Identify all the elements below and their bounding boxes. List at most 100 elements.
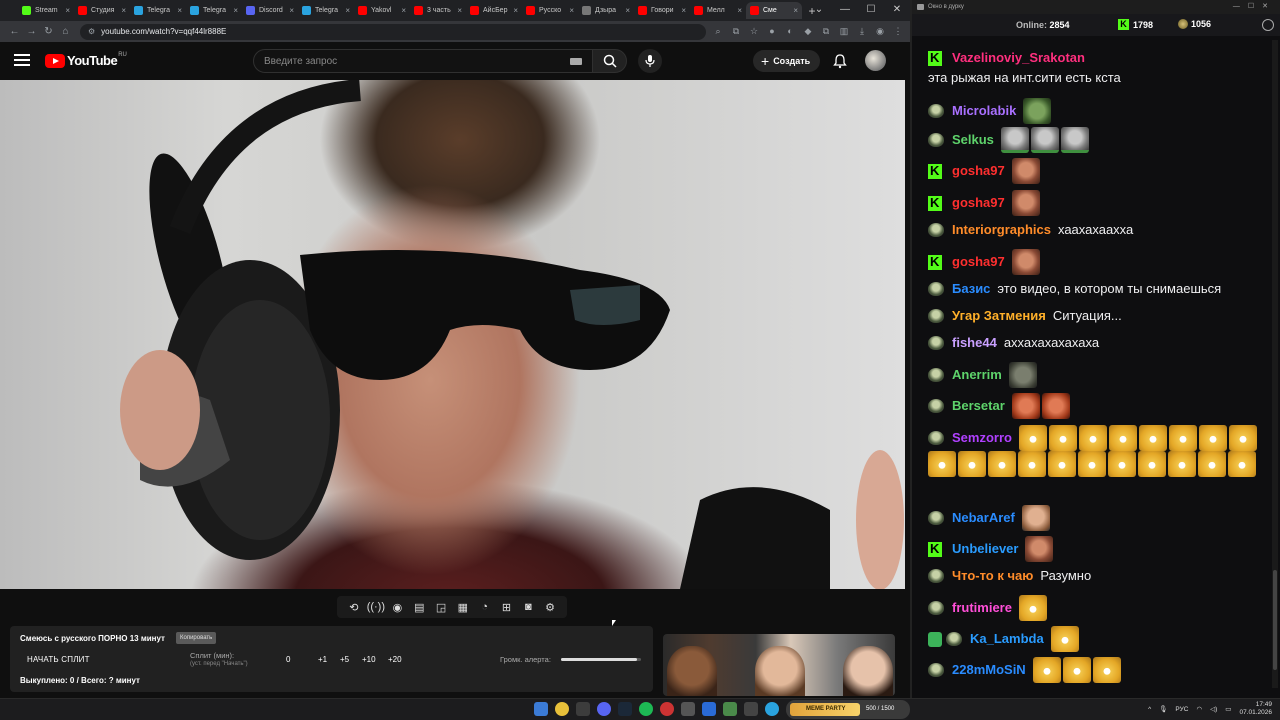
video-player[interactable] (0, 80, 905, 589)
search-taskbar-icon[interactable] (576, 702, 590, 716)
home-icon[interactable]: ⌂ (57, 26, 74, 37)
tab-search-icon[interactable]: ⌄ (806, 0, 832, 21)
youtube-logo[interactable]: YouTube RU (45, 52, 127, 68)
chat-username[interactable]: Что-то к чаю (952, 566, 1033, 586)
discord-taskbar-icon[interactable] (597, 702, 611, 716)
chat-scrollbar[interactable] (1272, 40, 1278, 688)
bookmark-star-icon[interactable]: ☆ (748, 26, 760, 37)
chat-username[interactable]: Interiorgraphics (952, 220, 1051, 240)
chrome-icon[interactable] (555, 702, 569, 716)
extension-icon[interactable]: ● (766, 26, 778, 37)
steam-taskbar-icon[interactable] (618, 702, 632, 716)
scrollbar-thumb[interactable] (1273, 570, 1277, 670)
extensions-puzzle-icon[interactable]: ⧉ (820, 26, 832, 37)
chat-username[interactable]: Semzorro (952, 428, 1012, 448)
chat-username[interactable]: gosha97 (952, 193, 1005, 213)
search-input[interactable] (264, 55, 554, 67)
browser-tab[interactable]: Студия × (74, 2, 130, 19)
copy-button[interactable]: Копировать (176, 632, 217, 644)
spotify-taskbar-icon[interactable] (639, 702, 653, 716)
voice-search-button[interactable] (638, 49, 662, 73)
browser-tab[interactable]: АйсБер × (466, 2, 522, 19)
broadcast-icon[interactable]: ((·)) (367, 601, 385, 613)
chat-username[interactable]: Базис (952, 279, 990, 299)
mic-tray-icon[interactable]: 🎙 (1159, 705, 1167, 713)
recommended-video-thumbnail[interactable] (663, 634, 895, 696)
notifications-bell-icon[interactable] (832, 53, 848, 69)
tab-close-icon[interactable]: × (737, 6, 742, 15)
browser-tab[interactable]: Сме × (746, 2, 802, 19)
chat-window-controls[interactable]: —☐✕ (1233, 0, 1276, 14)
keyboard-icon[interactable] (570, 58, 582, 65)
download-icon[interactable]: ⤓ (856, 26, 868, 37)
increment-20-button[interactable]: +20 (388, 655, 402, 664)
chat-username[interactable]: Угар Затмения (952, 306, 1046, 326)
app-taskbar-icon[interactable] (681, 702, 695, 716)
maximize-button[interactable]: ☐ (858, 0, 884, 21)
tab-close-icon[interactable]: × (177, 6, 182, 15)
app3-taskbar-icon[interactable] (744, 702, 758, 716)
watch-icon[interactable]: ◉ (388, 601, 406, 614)
media-player-taskbar-icon[interactable] (702, 702, 716, 716)
sidebar-icon[interactable]: ▥ (838, 26, 850, 37)
tab-close-icon[interactable]: × (625, 6, 630, 15)
chat-username[interactable]: Ka_Lambda (970, 629, 1044, 649)
app2-taskbar-icon[interactable] (723, 702, 737, 716)
chat-username[interactable]: Bersetar (952, 396, 1005, 416)
tab-close-icon[interactable]: × (233, 6, 238, 15)
browser-tab[interactable]: 3 часть × (410, 2, 466, 19)
profile-icon[interactable]: ◉ (874, 26, 886, 37)
telegram-taskbar-icon[interactable] (765, 702, 779, 716)
clock[interactable]: 17:49 07.01.2026 (1239, 701, 1272, 717)
speed-icon[interactable]: ◔ (476, 601, 494, 613)
chat-message-list[interactable]: Vazelinoviy_Srakotan эта рыжая на инт.сит… (928, 36, 1268, 696)
browser-tab[interactable]: Говори × (634, 2, 690, 19)
tab-close-icon[interactable]: × (513, 6, 518, 15)
chat-username[interactable]: Unbeliever (952, 539, 1018, 559)
browser-tab[interactable]: Мелл × (690, 2, 746, 19)
increment-10-button[interactable]: +10 (362, 655, 376, 664)
minimize-button[interactable]: — (832, 0, 858, 21)
split-value[interactable]: 0 (286, 655, 290, 664)
create-button[interactable]: + Создать (753, 50, 821, 72)
browser-tab[interactable]: Telegra × (186, 2, 242, 19)
url-field[interactable]: ⚙ youtube.com/watch?v=qqf44lr888E (80, 23, 706, 40)
tab-close-icon[interactable]: × (65, 6, 70, 15)
tab-close-icon[interactable]: × (289, 6, 294, 15)
increment-5-button[interactable]: +5 (340, 655, 349, 664)
chat-username[interactable]: Selkus (952, 130, 994, 150)
browser-tab[interactable]: Yakovl × (354, 2, 410, 19)
chat-username[interactable]: fishe44 (952, 333, 997, 353)
browser-tab[interactable]: Stream × (18, 2, 74, 19)
pip-icon[interactable]: ◲ (432, 601, 450, 614)
browser-tab[interactable]: Дзыра × (578, 2, 634, 19)
tab-close-icon[interactable]: × (345, 6, 350, 15)
chat-username[interactable]: 228mMoSiN (952, 660, 1026, 680)
language-indicator[interactable]: РУС (1175, 706, 1188, 713)
wifi-icon[interactable]: ◠ (1196, 705, 1202, 713)
account-avatar[interactable] (865, 50, 886, 71)
volume-icon[interactable]: ◁) (1210, 705, 1217, 713)
start-split-button[interactable]: НАЧАТЬ СПЛИТ (27, 655, 90, 664)
tray-chevron-icon[interactable]: ^ (1148, 706, 1151, 713)
chat-username[interactable]: gosha97 (952, 161, 1005, 181)
clapper-icon[interactable]: ▤ (410, 601, 428, 614)
extension-icon-3[interactable]: ◆ (802, 26, 814, 37)
chat-settings-icon[interactable] (1262, 19, 1274, 31)
battery-icon[interactable]: ▭ (1225, 705, 1231, 713)
tab-close-icon[interactable]: × (121, 6, 126, 15)
browser-tab[interactable]: Русско × (522, 2, 578, 19)
browser-tab[interactable]: Discord × (242, 2, 298, 19)
tab-close-icon[interactable]: × (793, 6, 798, 15)
menu-dots-icon[interactable]: ⋮ (892, 26, 904, 37)
chat-username[interactable]: frutimiere (952, 598, 1012, 618)
close-window-button[interactable]: ✕ (884, 0, 910, 21)
site-info-icon[interactable]: ⚙ (88, 27, 95, 36)
hamburger-menu-icon[interactable] (14, 54, 30, 66)
reload-icon[interactable]: ↻ (40, 26, 57, 37)
screenshot-icon[interactable]: ◙ (519, 601, 537, 613)
obs-taskbar-icon[interactable] (660, 702, 674, 716)
increment-1-button[interactable]: +1 (318, 655, 327, 664)
chat-username[interactable]: NebarAref (952, 508, 1015, 528)
add-clip-icon[interactable]: ⊞ (497, 601, 515, 614)
